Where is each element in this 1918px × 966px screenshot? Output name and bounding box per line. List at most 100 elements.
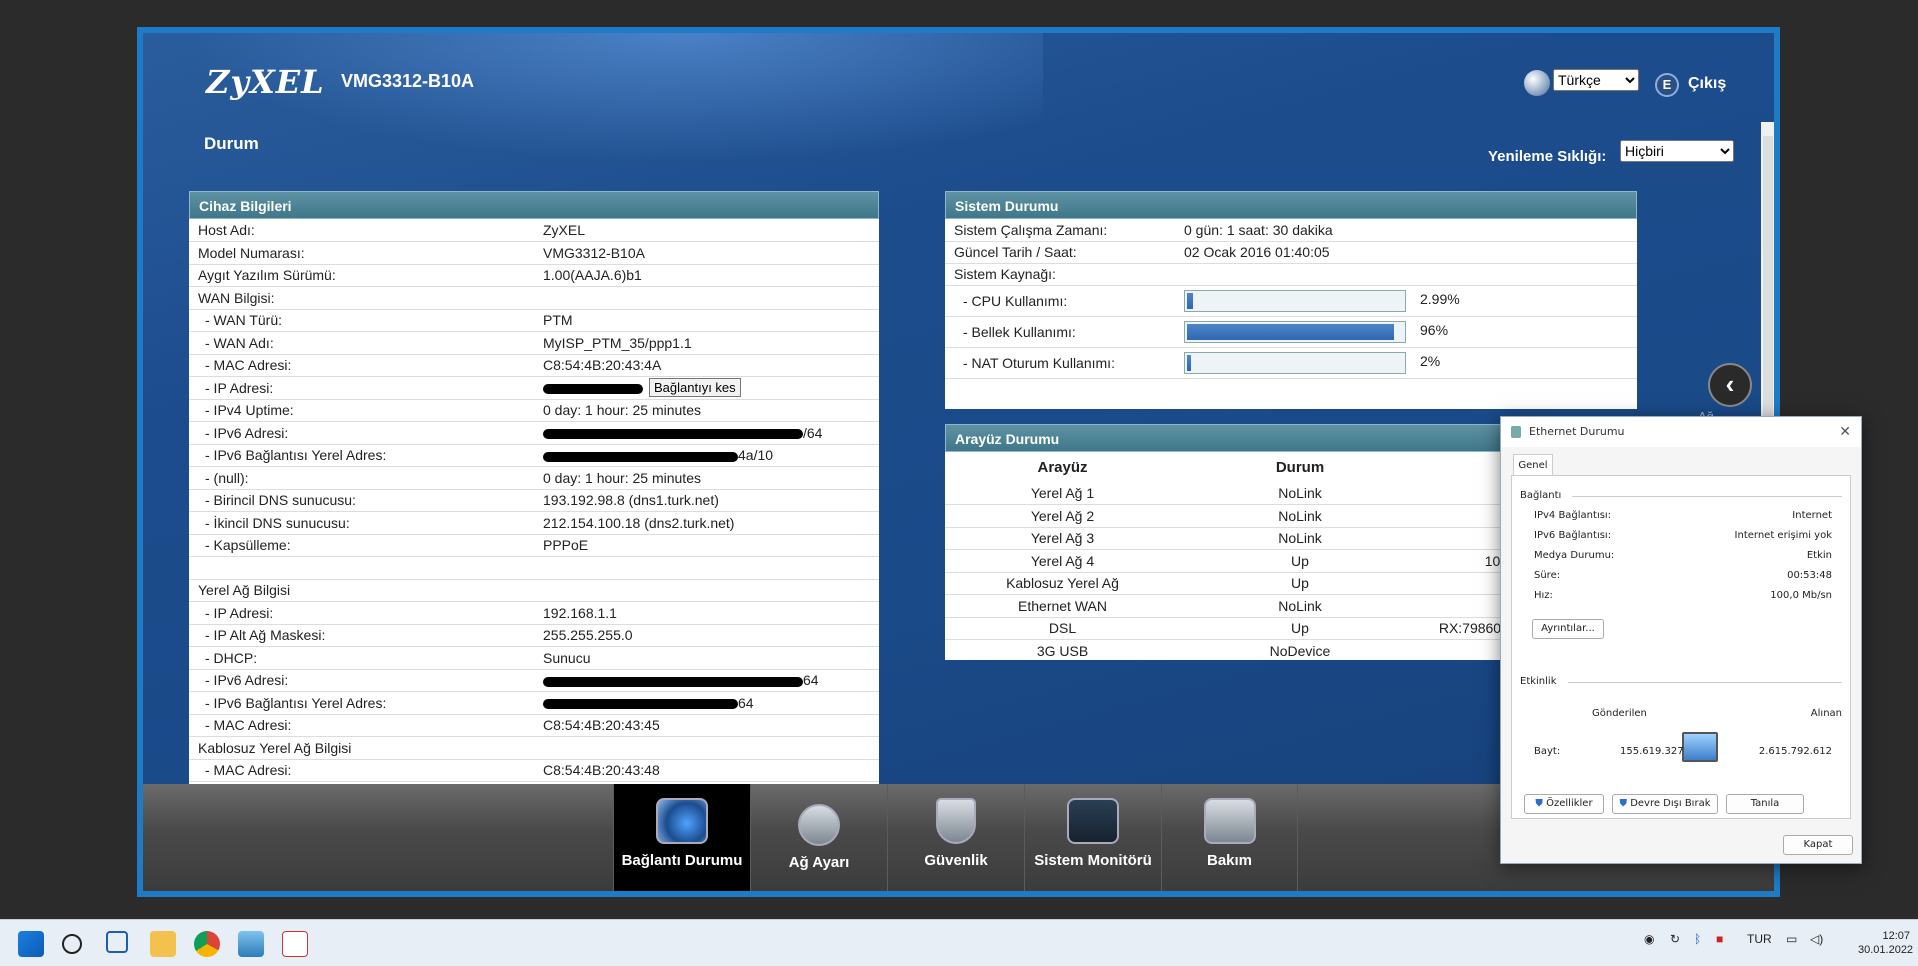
ipv4-value: Internet bbox=[1792, 510, 1832, 521]
row-label: - WAN Türü: bbox=[189, 309, 534, 332]
bluetooth-icon[interactable]: ᛒ bbox=[1694, 932, 1701, 946]
search-icon[interactable] bbox=[62, 934, 82, 954]
table-row: - IP Adresi: Bağlantıyı kes bbox=[189, 376, 879, 400]
steam-icon[interactable]: ◉ bbox=[1644, 932, 1654, 946]
close-button[interactable]: Kapat bbox=[1783, 835, 1853, 855]
nat-bar-fill bbox=[1187, 354, 1191, 371]
cpu-label: - CPU Kullanımı: bbox=[945, 285, 1175, 317]
row-label bbox=[189, 556, 534, 580]
details-button[interactable]: Ayrıntılar... bbox=[1532, 619, 1604, 639]
logout-icon[interactable]: E bbox=[1655, 73, 1679, 97]
table-row: Yerel Ağ 4 Up 10( bbox=[945, 549, 1505, 573]
refresh-select[interactable]: Hiçbiri bbox=[1620, 140, 1734, 162]
memory-label: - Bellek Kullanımı: bbox=[945, 316, 1175, 348]
interface-status-panel: Arayüz Durumu Arayüz Durum Yerel Ağ 1 NoLi… bbox=[945, 424, 1505, 660]
table-row: - MAC Adresi: C8:54:4B:20:43:4A bbox=[189, 354, 879, 377]
table-row: Aygıt Yazılım Sürümü: 1.00(AAJA.6)b1 bbox=[189, 264, 879, 287]
table-row: - IPv6 Adresi: 64 bbox=[189, 669, 879, 692]
chrome-icon[interactable] bbox=[194, 931, 220, 957]
diagnose-button[interactable]: Tanıla bbox=[1726, 794, 1804, 814]
disable-button[interactable]: ⛊ Devre Dışı Bırak bbox=[1612, 794, 1718, 814]
row-label: - Kapsülleme: bbox=[189, 534, 534, 557]
close-icon[interactable]: ✕ bbox=[1839, 417, 1851, 447]
row-value: 193.192.98.8 (dns1.turk.net) bbox=[534, 489, 879, 512]
table-row: - CPU Kullanımı: 2.99% bbox=[945, 285, 1637, 317]
cpu-value: 2.99% bbox=[1420, 291, 1460, 308]
shield-icon: ⛊ bbox=[1619, 798, 1628, 809]
taskbar: ◉ ↻ ᛒ ■ TUR ▭ ◁) 12:07 30.01.2022 bbox=[0, 919, 1918, 966]
properties-label: Özellikler bbox=[1546, 798, 1593, 809]
nav-connection-status[interactable]: Bağlantı Durumu bbox=[613, 784, 750, 891]
row-label: - MAC Adresi: bbox=[189, 714, 534, 737]
bytes-sent: 155.619.327 bbox=[1620, 746, 1684, 757]
task-view-icon[interactable] bbox=[106, 931, 128, 953]
uptime-label: Sistem Çalışma Zamanı: bbox=[945, 219, 1175, 242]
col-extra bbox=[1420, 452, 1505, 482]
dialog-body: Bağlantı IPv4 Bağlantısı: Internet IPv6 B… bbox=[1511, 475, 1851, 819]
refresh-label: Yenileme Sıklığı: bbox=[1488, 148, 1607, 165]
input-language[interactable]: TUR bbox=[1747, 932, 1772, 946]
row-value: C8:54:4B:20:43:4A bbox=[534, 354, 879, 377]
divider bbox=[1572, 496, 1842, 497]
snipping-tool-icon[interactable] bbox=[282, 931, 308, 957]
file-explorer-icon[interactable] bbox=[150, 931, 176, 957]
logout-link[interactable]: Çıkış bbox=[1688, 75, 1726, 93]
row-label: - IP Alt Ağ Maskesi: bbox=[189, 624, 534, 647]
resource-label: Sistem Kaynağı: bbox=[945, 263, 1175, 286]
table-row: - IPv6 Adresi: /64 bbox=[189, 421, 879, 445]
nav-system-monitor[interactable]: Sistem Monitörü bbox=[1024, 784, 1161, 891]
properties-button[interactable]: ⛊ Özellikler bbox=[1524, 794, 1604, 814]
nav-security[interactable]: Güvenlik bbox=[887, 784, 1024, 891]
security-tray-icon[interactable]: ■ bbox=[1716, 932, 1723, 946]
nav-label: Sistem Monitörü bbox=[1034, 852, 1152, 869]
back-arrow-button[interactable]: ‹ bbox=[1708, 363, 1752, 407]
device-info-table: Host Adı: ZyXEL Model Numarası: VMG3312-B10… bbox=[189, 219, 879, 782]
iface-name: Yerel Ağ 4 bbox=[945, 549, 1180, 573]
ipv6-label: IPv6 Bağlantısı: bbox=[1534, 530, 1612, 541]
dialog-title: Ethernet Durumu bbox=[1529, 425, 1625, 438]
table-row: - IPv4 Uptime: 0 day: 1 hour: 25 minutes bbox=[189, 399, 879, 422]
row-label: - IPv6 Bağlantısı Yerel Adres: bbox=[189, 691, 534, 715]
device-info-panel: Cihaz Bilgileri Host Adı: ZyXEL Model Numa… bbox=[189, 191, 879, 785]
ipv6-row: IPv6 Bağlantısı: Internet erişimi yok bbox=[1534, 530, 1832, 541]
row-value bbox=[534, 579, 879, 602]
sync-icon[interactable]: ↻ bbox=[1670, 932, 1680, 946]
redacted-address bbox=[543, 699, 738, 710]
shield-icon: ⛊ bbox=[1535, 798, 1543, 809]
iface-status: Up bbox=[1180, 549, 1420, 573]
row-label: - IPv4 Uptime: bbox=[189, 399, 534, 422]
table-row: Yerel Ağ 3 NoLink bbox=[945, 527, 1505, 550]
table-row: - IP Alt Ağ Maskesi: 255.255.255.0 bbox=[189, 624, 879, 647]
media-value: Etkin bbox=[1806, 550, 1832, 561]
row-value: 255.255.255.0 bbox=[534, 624, 879, 647]
nav-maintenance[interactable]: Bakım bbox=[1161, 784, 1298, 891]
row-value: MyISP_PTM_35/ppp1.1 bbox=[534, 331, 879, 355]
iface-extra bbox=[1420, 639, 1505, 660]
nav-network-settings[interactable]: Ağ Ayarı bbox=[750, 784, 887, 891]
clock[interactable]: 12:07 30.01.2022 bbox=[1858, 929, 1913, 957]
header-glow bbox=[143, 33, 1043, 173]
nat-label: - NAT Oturum Kullanımı: bbox=[945, 347, 1175, 379]
row-label: - IP Adresi: bbox=[189, 376, 534, 400]
ethernet-status-dialog: Ethernet Durumu ✕ Genel Bağlantı IPv4 Bağ… bbox=[1500, 416, 1862, 864]
language-select[interactable]: Türkçe bbox=[1553, 69, 1639, 91]
network-app-icon[interactable] bbox=[238, 931, 264, 957]
duration-value: 00:53:48 bbox=[1787, 570, 1832, 581]
tab-general[interactable]: Genel bbox=[1513, 454, 1553, 476]
iface-status: NoDevice bbox=[1180, 639, 1420, 660]
table-row: - Birincil DNS sunucusu: 193.192.98.8 (dn… bbox=[189, 489, 879, 512]
row-value: ZyXEL bbox=[534, 219, 879, 242]
nav-label: Bakım bbox=[1206, 852, 1253, 869]
start-icon[interactable] bbox=[18, 931, 44, 957]
row-label: - MAC Adresi: bbox=[189, 354, 534, 377]
disconnect-button[interactable]: Bağlantıyı kes bbox=[649, 378, 741, 398]
iface-status: Up bbox=[1180, 572, 1420, 595]
row-value: VMG3312-B10A bbox=[534, 241, 879, 265]
connection-group-label: Bağlantı bbox=[1520, 490, 1562, 501]
sent-label: Gönderilen bbox=[1592, 708, 1647, 719]
table-row: Güncel Tarih / Saat: 02 Ocak 2016 01:40:0… bbox=[945, 241, 1637, 264]
network-tray-icon[interactable]: ▭ bbox=[1786, 932, 1797, 946]
row-label: - MAC Adresi: bbox=[189, 759, 534, 782]
datetime-value: 02 Ocak 2016 01:40:05 bbox=[1175, 241, 1637, 264]
volume-icon[interactable]: ◁) bbox=[1810, 932, 1823, 946]
